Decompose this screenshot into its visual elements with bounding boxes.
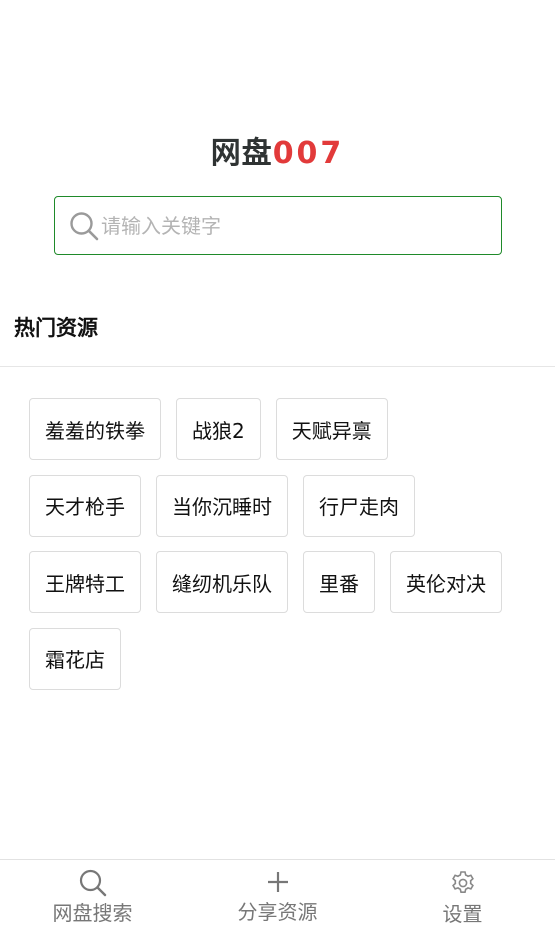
nav-item-search[interactable]: 网盘搜索 xyxy=(0,860,185,932)
bottom-nav: 网盘搜索 分享资源 设置 xyxy=(0,859,555,932)
hot-tag[interactable]: 行尸走肉 xyxy=(303,474,415,537)
nav-label: 网盘搜索 xyxy=(52,901,133,925)
nav-item-settings[interactable]: 设置 xyxy=(370,860,555,932)
search-input[interactable] xyxy=(101,205,481,246)
logo-text-num: 007 xyxy=(272,136,345,171)
search-box[interactable] xyxy=(54,196,502,255)
hot-tag[interactable]: 里番 xyxy=(303,551,375,613)
tag-row: 王牌特工 缝纫机乐队 里番 英伦对决 xyxy=(29,551,539,613)
app-logo: 网盘007 xyxy=(0,128,555,171)
hot-tag[interactable]: 王牌特工 xyxy=(29,551,141,613)
hot-tag[interactable]: 战狼2 xyxy=(176,398,261,460)
hot-tag[interactable]: 天才枪手 xyxy=(29,474,141,537)
tag-row: 羞羞的铁拳 战狼2 天赋异禀 xyxy=(29,398,539,460)
hot-tag[interactable]: 天赋异禀 xyxy=(275,398,388,460)
hot-tag[interactable]: 当你沉睡时 xyxy=(156,474,288,537)
tag-row: 霜花店 xyxy=(29,627,539,690)
logo-text-cn: 网盘 xyxy=(210,136,273,171)
search-icon xyxy=(70,211,99,240)
hot-resources-title: 热门资源 xyxy=(14,316,98,340)
nav-label: 分享资源 xyxy=(237,900,318,924)
plus-icon xyxy=(267,872,288,892)
hot-tag[interactable]: 霜花店 xyxy=(29,627,121,690)
section-divider xyxy=(0,366,555,367)
app-screen: 网盘007 热门资源 羞羞的铁拳 战狼2 天赋异禀 天才枪手 当你沉睡时 行尸走… xyxy=(0,0,555,932)
gear-icon xyxy=(451,871,474,893)
hot-tags: 羞羞的铁拳 战狼2 天赋异禀 天才枪手 当你沉睡时 行尸走肉 王牌特工 缝纫机乐… xyxy=(29,398,539,704)
nav-label: 设置 xyxy=(442,902,483,926)
hot-tag[interactable]: 羞羞的铁拳 xyxy=(29,398,161,460)
search-icon xyxy=(79,869,106,897)
nav-item-share[interactable]: 分享资源 xyxy=(185,860,370,932)
tag-row: 天才枪手 当你沉睡时 行尸走肉 xyxy=(29,474,539,537)
hot-tag[interactable]: 英伦对决 xyxy=(390,551,502,613)
hot-tag[interactable]: 缝纫机乐队 xyxy=(156,551,288,613)
